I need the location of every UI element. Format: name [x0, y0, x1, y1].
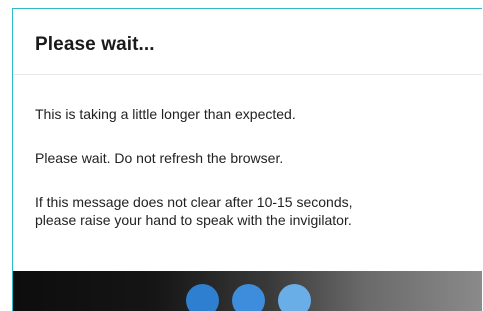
loading-dot-icon [186, 284, 219, 311]
loading-dot-icon [232, 284, 265, 311]
loading-indicator [13, 271, 482, 311]
please-wait-dialog: Please wait... This is taking a little l… [12, 8, 482, 311]
invigilator-message-line-1: If this message does not clear after 10-… [35, 194, 353, 210]
invigilator-message-line-2: please raise your hand to speak with the… [35, 212, 352, 228]
dialog-header: Please wait... [13, 9, 482, 75]
dialog-title: Please wait... [35, 34, 155, 55]
delay-message: This is taking a little longer than expe… [35, 106, 296, 122]
do-not-refresh-message: Please wait. Do not refresh the browser. [35, 150, 284, 166]
loading-dot-icon [278, 284, 311, 311]
